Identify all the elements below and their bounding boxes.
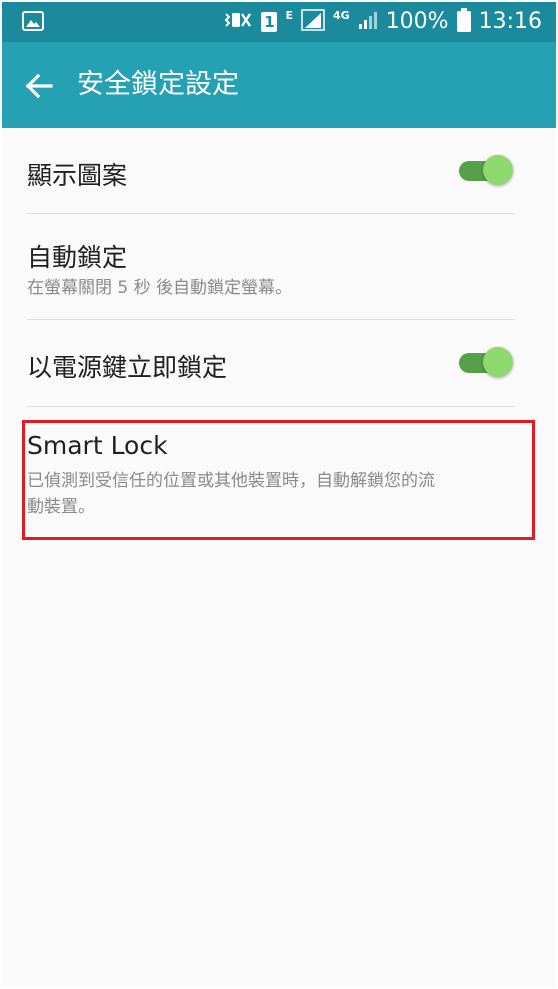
divider — [27, 537, 515, 538]
setting-auto-lock[interactable]: 自動鎖定 在螢幕關閉 5 秒 後自動鎖定螢幕。 — [27, 214, 515, 319]
show-pattern-label: 顯示圖案 — [27, 161, 128, 190]
sim-badge: 1 — [261, 12, 278, 32]
toggle-thumb — [483, 347, 513, 377]
status-bar: 1 E 4G 100% 13:16 — [2, 2, 556, 42]
battery-icon — [456, 8, 471, 36]
signal-strength-2-icon — [358, 10, 378, 34]
back-arrow-icon[interactable] — [24, 71, 54, 101]
screen: 1 E 4G 100% 13:16 安全鎖定設定 顯示圖案 自動鎖定 在螢幕關閉… — [2, 2, 556, 987]
smart-lock-description-line2: 動裝置。 — [27, 497, 95, 517]
signal-strength-icon — [301, 9, 325, 35]
power-key-lock-label: 以電源鍵立即鎖定 — [27, 353, 228, 382]
gallery-notification-icon — [22, 11, 44, 35]
network-4g-label: 4G — [333, 9, 350, 22]
app-bar: 安全鎖定設定 — [2, 42, 556, 128]
network-e-label: E — [285, 9, 293, 22]
smart-lock-label: Smart Lock — [27, 431, 168, 460]
setting-power-key-lock[interactable]: 以電源鍵立即鎖定 — [27, 320, 515, 406]
page-title: 安全鎖定設定 — [77, 69, 239, 100]
auto-lock-description: 在螢幕關閉 5 秒 後自動鎖定螢幕。 — [27, 278, 293, 298]
vibrate-mute-icon — [223, 9, 253, 35]
battery-percent: 100% — [385, 9, 449, 34]
toggle-thumb — [483, 155, 513, 185]
auto-lock-label: 自動鎖定 — [27, 243, 128, 272]
show-pattern-toggle[interactable] — [457, 155, 515, 186]
setting-show-pattern[interactable]: 顯示圖案 — [27, 128, 515, 214]
clock: 13:16 — [478, 9, 542, 34]
power-key-lock-toggle[interactable] — [457, 347, 515, 378]
smart-lock-description-line1: 已偵測到受信任的位置或其他裝置時，自動解鎖您的流 — [27, 471, 435, 491]
setting-smart-lock[interactable]: Smart Lock 已偵測到受信任的位置或其他裝置時，自動解鎖您的流 動裝置。 — [27, 407, 515, 537]
